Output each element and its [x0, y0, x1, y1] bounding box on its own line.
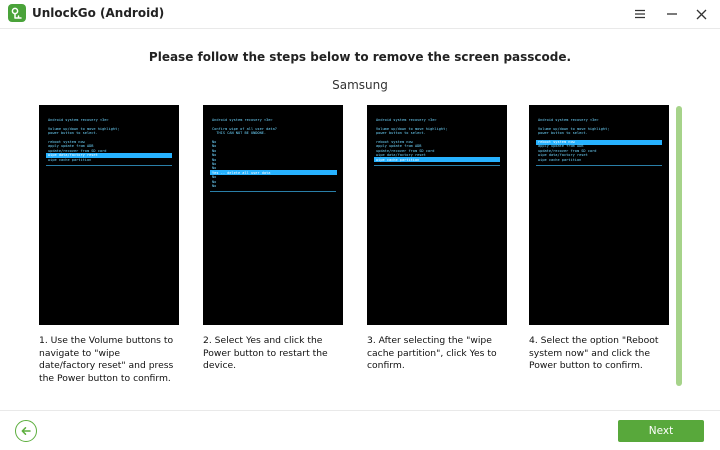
screen-menu-item: No	[212, 144, 217, 149]
page-heading: Please follow the steps below to remove …	[148, 50, 572, 64]
screen-header-line: Volume up/down to move highlight;	[376, 126, 448, 131]
screen-menu-item: No	[212, 175, 217, 180]
title-bar: UnlockGo (Android)	[0, 0, 720, 28]
step-caption-3: 3. After selecting the "wipe cache parti…	[367, 335, 497, 372]
screen-menu-item: No	[212, 153, 217, 158]
title-divider	[0, 28, 720, 29]
screen-menu-item: update/recover from SD card	[376, 148, 435, 153]
screen-header-line: power button to select.	[538, 131, 588, 136]
recovery-screen-1: Android system recovery <3e> Volume up/do…	[39, 105, 179, 325]
recovery-screen-3: Android system recovery <3e> Volume up/do…	[367, 105, 507, 325]
step-card-2: Android system recovery <3e> Confirm wipe…	[203, 105, 343, 373]
screen-menu-item: No	[212, 157, 217, 162]
screen-menu-item: apply update from ADB	[538, 144, 584, 149]
screen-menu-item: No	[212, 179, 217, 184]
back-button[interactable]	[15, 420, 37, 442]
screen-menu-item: wipe data/factory reset	[538, 153, 588, 158]
screen-header-line: power button to select.	[376, 131, 426, 136]
step-caption-4: 4. Select the option "Reboot system now"…	[529, 335, 659, 372]
screen-header-line: Android system recovery <3e>	[538, 118, 599, 122]
step-card-1: Android system recovery <3e> Volume up/do…	[39, 105, 179, 385]
screen-header-line: Android system recovery <3e>	[212, 118, 273, 122]
screen-header-line: Android system recovery <3e>	[376, 118, 437, 122]
screen-menu-item: No	[212, 162, 217, 166]
screen-menu-item: update/recover from SD card	[538, 148, 597, 153]
screen-header-line: Android system recovery <3e>	[48, 118, 109, 122]
screen-header-line: power button to select.	[48, 131, 98, 136]
unlockgo-logo-icon	[8, 4, 26, 22]
arrow-left-icon	[20, 422, 32, 441]
minimize-icon[interactable]	[661, 3, 683, 25]
step-card-3: Android system recovery <3e> Volume up/do…	[367, 105, 507, 373]
screen-divider-line	[210, 191, 336, 193]
screen-menu-item: No	[212, 148, 217, 153]
screen-header-line: Volume up/down to move highlight;	[538, 126, 610, 131]
step-card-4: Android system recovery <3e> Volume up/do…	[529, 105, 669, 373]
screen-menu-item: apply update from ADB	[48, 144, 94, 149]
close-icon[interactable]	[690, 3, 712, 25]
screen-menu-item: wipe cache partition	[538, 157, 582, 162]
screen-menu-item: wipe data/factory reset	[48, 153, 98, 158]
screen-menu-item: Yes -- delete all user data	[212, 170, 271, 175]
screen-divider-line	[46, 165, 172, 166]
step-caption-2: 2. Select Yes and click the Power button…	[203, 335, 328, 372]
screen-header-line: Confirm wipe of all user data?	[212, 126, 277, 131]
screen-divider-line	[536, 165, 662, 166]
recovery-screen-2: Android system recovery <3e> Confirm wipe…	[203, 105, 343, 325]
screen-menu-item: No	[212, 184, 217, 188]
screen-divider-line	[374, 165, 500, 166]
screen-menu-item: reboot system now	[538, 140, 575, 144]
screen-menu-item: wipe cache partition	[376, 157, 420, 162]
screen-menu-item: reboot system now	[48, 140, 85, 144]
screen-header-line: THIS CAN NOT BE UNDONE.	[212, 131, 267, 136]
screen-menu-item: reboot system now	[376, 140, 413, 144]
screen-menu-item: wipe cache partition	[48, 157, 92, 162]
app-title: UnlockGo (Android)	[32, 6, 165, 20]
step-caption-1: 1. Use the Volume buttons to navigate to…	[39, 335, 174, 384]
scrollbar-thumb[interactable]	[676, 106, 682, 386]
hamburger-menu-icon[interactable]	[629, 3, 651, 25]
screen-menu-item: apply update from ADB	[376, 144, 422, 149]
brand-label: Samsung	[332, 78, 388, 92]
screen-header-line: Volume up/down to move highlight;	[48, 126, 120, 131]
next-button[interactable]: Next	[618, 420, 704, 442]
screen-menu-item: No	[212, 140, 217, 144]
recovery-screen-4: Android system recovery <3e> Volume up/do…	[529, 105, 669, 325]
footer-divider	[0, 410, 720, 411]
